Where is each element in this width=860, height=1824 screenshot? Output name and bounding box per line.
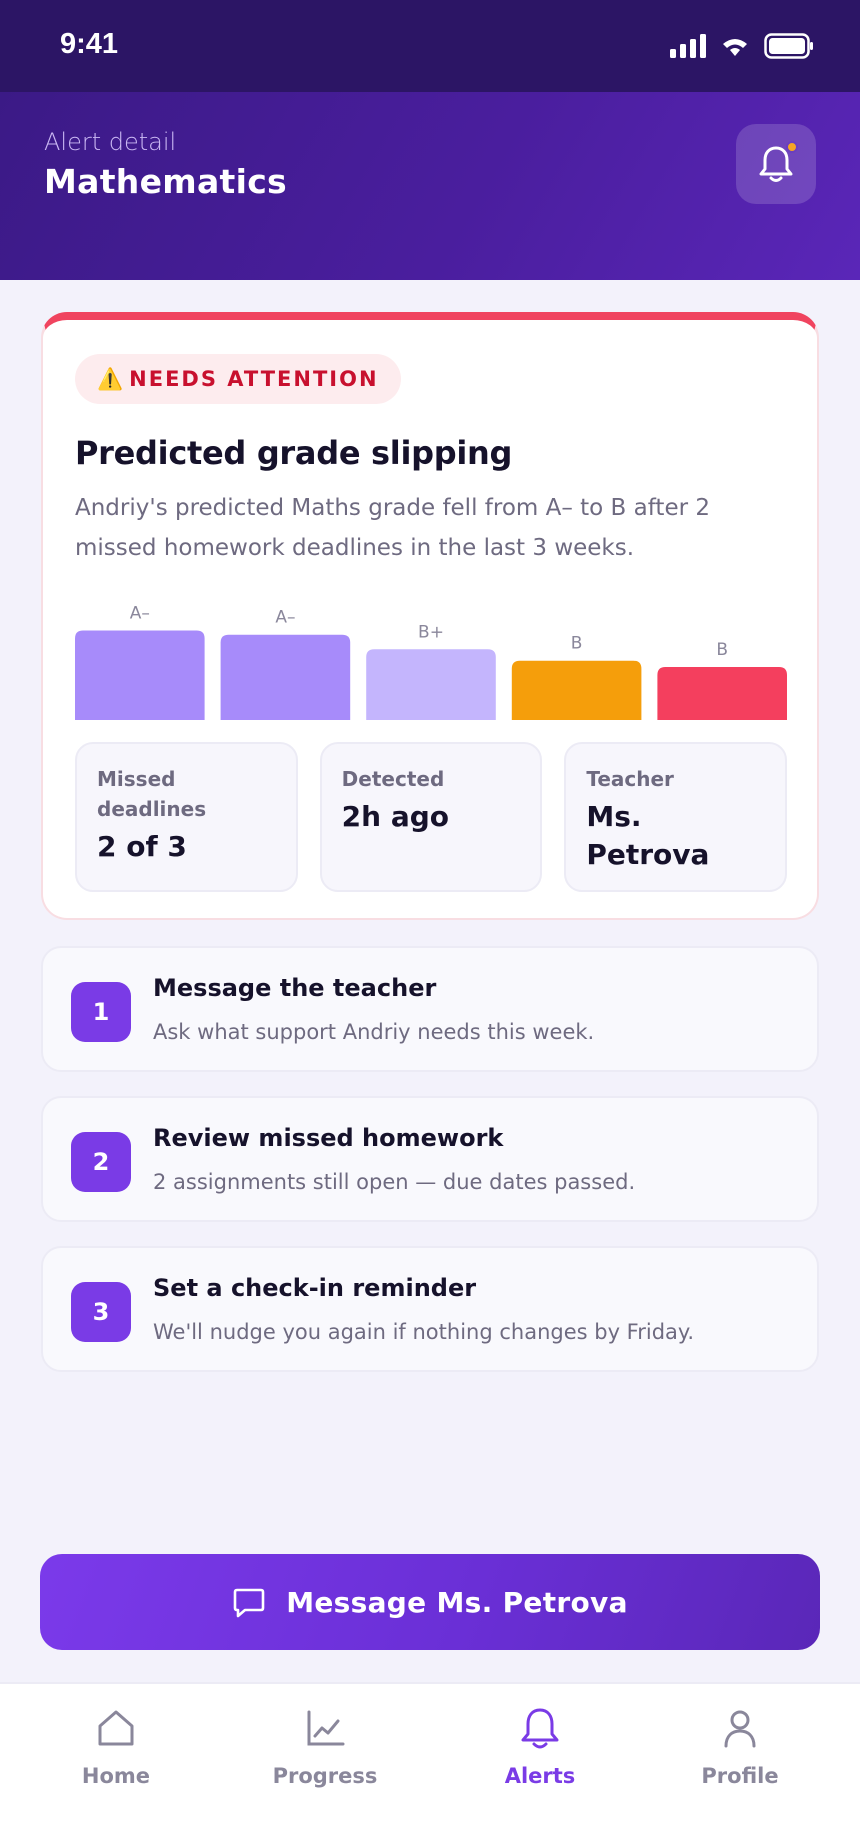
tab-progress[interactable]: Progress	[235, 1704, 415, 1788]
grade-bar	[220, 634, 351, 720]
tab-label: Profile	[701, 1764, 779, 1788]
signal-icon	[670, 34, 706, 58]
grade-bar-label: A–	[275, 608, 295, 628]
tab-bar: Home Progress Alerts Profile	[0, 1682, 860, 1824]
grade-bar-label: B	[571, 634, 583, 654]
grade-bar-label: A–	[130, 604, 150, 624]
home-icon	[98, 1710, 134, 1746]
battery-icon	[764, 33, 813, 59]
tab-label: Progress	[272, 1764, 378, 1788]
tab-home[interactable]: Home	[26, 1704, 206, 1788]
notifications-button[interactable]	[736, 124, 816, 204]
step-title: Review missed homework	[153, 1124, 504, 1152]
header-subtitle: Alert detail	[44, 128, 177, 156]
stat-value: Ms. Petrova	[586, 800, 710, 871]
step-description: 2 assignments still open — due dates pas…	[153, 1170, 636, 1194]
stat-value: 2 of 3	[97, 830, 187, 863]
stat-missed-deadlines: Missed deadlines 2 of 3	[75, 742, 298, 892]
stat-label: Teacher	[586, 767, 674, 791]
alert-description: Andriy's predicted Maths grade fell from…	[75, 495, 711, 561]
grade-bar	[366, 649, 496, 720]
step-title: Set a check-in reminder	[153, 1274, 477, 1302]
grade-bar	[75, 630, 205, 720]
step-review-homework[interactable]: 2 Review missed homework 2 assignments s…	[41, 1096, 819, 1222]
warning-icon: ⚠️	[97, 366, 124, 391]
status-bar: 9:41	[0, 0, 860, 92]
status-icons	[670, 33, 814, 59]
bell-icon	[521, 1708, 559, 1749]
stat-row: Missed deadlines 2 of 3 Detected 2h ago …	[75, 742, 788, 892]
step-message-teacher[interactable]: 1 Message the teacher Ask what support A…	[41, 946, 819, 1072]
grade-trend-chart: A– A– B+ B B	[75, 604, 787, 720]
stat-value: 2h ago	[341, 800, 450, 833]
chat-icon	[233, 1588, 265, 1618]
user-icon	[724, 1710, 756, 1748]
notification-dot	[786, 141, 798, 153]
page-title: Mathematics	[44, 162, 288, 201]
wifi-icon	[723, 39, 747, 56]
step-title: Message the teacher	[153, 974, 437, 1002]
tab-alerts[interactable]: Alerts	[450, 1704, 630, 1788]
stat-teacher: Teacher Ms. Petrova	[564, 742, 788, 892]
cta-label: Message Ms. Petrova	[286, 1585, 628, 1619]
step-check-in-reminder[interactable]: 3 Set a check-in reminder We'll nudge yo…	[41, 1246, 819, 1372]
status-time: 9:41	[60, 28, 119, 60]
step-number: 3	[71, 1282, 131, 1342]
alert-card: ⚠️ NEEDS ATTENTION Predicted grade slipp…	[41, 312, 819, 920]
status-badge-label: NEEDS ATTENTION	[129, 367, 379, 391]
stat-detected: Detected 2h ago	[319, 742, 543, 892]
tab-label: Alerts	[504, 1764, 576, 1788]
grade-bar-label: B+	[418, 622, 444, 642]
stat-label: Missed deadlines	[97, 767, 207, 821]
step-description: We'll nudge you again if nothing changes…	[153, 1320, 695, 1344]
tab-label: Home	[81, 1764, 151, 1788]
message-teacher-button[interactable]: Message Ms. Petrova	[40, 1554, 820, 1650]
grade-bar-label: B	[716, 640, 728, 660]
status-badge: ⚠️ NEEDS ATTENTION	[75, 354, 401, 404]
step-number: 2	[71, 1132, 131, 1192]
stat-label: Detected	[341, 767, 445, 791]
alert-title: Predicted grade slipping	[75, 434, 513, 472]
step-number: 1	[71, 982, 131, 1042]
step-description: Ask what support Andriy needs this week.	[153, 1020, 595, 1044]
tab-profile[interactable]: Profile	[650, 1704, 830, 1788]
chart-icon	[307, 1710, 345, 1746]
grade-bar	[511, 660, 642, 720]
grade-bar	[657, 666, 787, 720]
page-header: Alert detail Mathematics	[0, 92, 860, 280]
